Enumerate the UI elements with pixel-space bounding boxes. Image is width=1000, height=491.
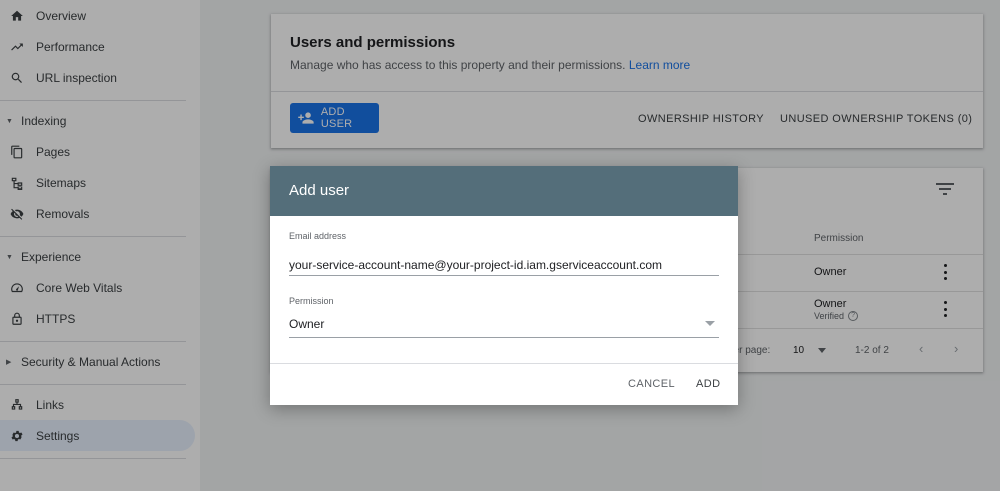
add-button[interactable]: ADD xyxy=(696,378,720,390)
email-label: Email address xyxy=(289,231,347,241)
permission-underline xyxy=(289,337,719,338)
dialog-title: Add user xyxy=(289,182,350,199)
email-field[interactable]: your-service-account-name@your-project-i… xyxy=(289,258,662,272)
dialog-divider xyxy=(270,363,738,364)
dialog-header: Add user xyxy=(270,166,738,216)
dropdown-caret-icon[interactable] xyxy=(705,321,715,326)
permission-select[interactable]: Owner xyxy=(289,317,324,331)
permission-label: Permission xyxy=(289,296,334,306)
cancel-button[interactable]: CANCEL xyxy=(628,378,675,390)
add-user-dialog: Add user Email address your-service-acco… xyxy=(270,166,738,405)
email-underline xyxy=(289,275,719,276)
